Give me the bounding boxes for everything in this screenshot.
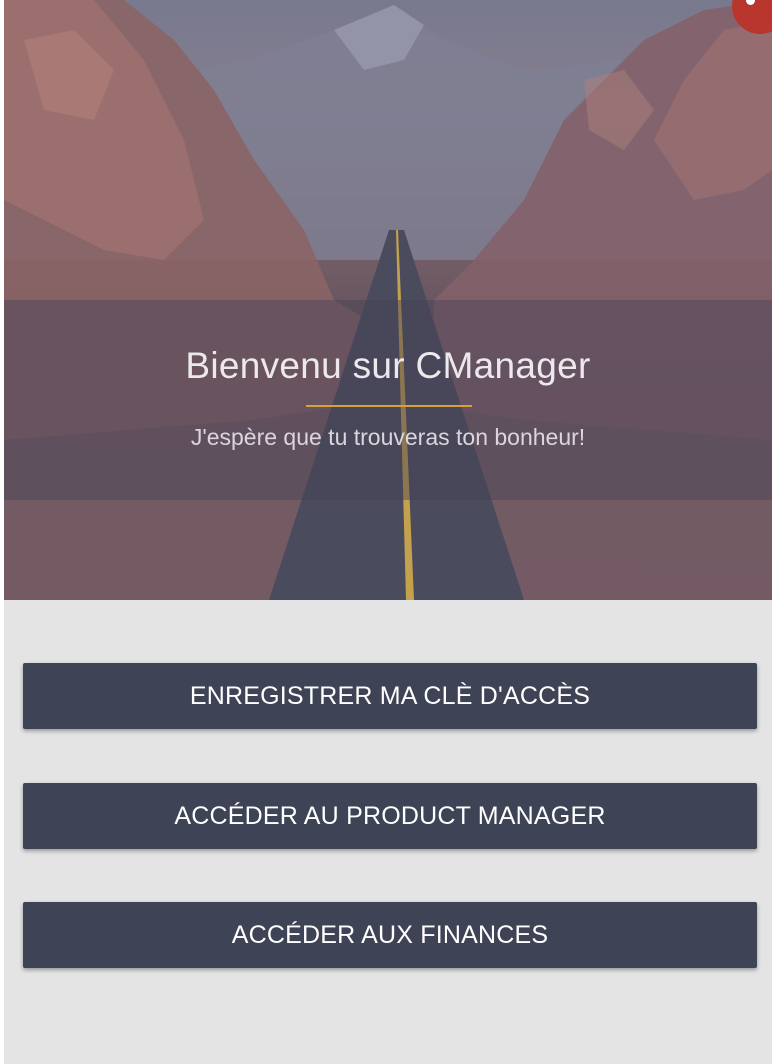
register-access-key-button[interactable]: ENREGISTRER MA CLÈ D'ACCÈS bbox=[23, 663, 757, 729]
actions-panel: ENREGISTRER MA CLÈ D'ACCÈS ACCÉDER AU PR… bbox=[4, 600, 772, 1064]
hero-subtitle: J'espère que tu trouveras ton bonheur! bbox=[190, 424, 586, 450]
hero-title: Bienvenu sur CManager bbox=[185, 345, 591, 386]
hero-banner: Bienvenu sur CManager J'espère que tu tr… bbox=[4, 0, 772, 600]
open-product-manager-button[interactable]: ACCÉDER AU PRODUCT MANAGER bbox=[23, 783, 757, 849]
open-finances-button[interactable]: ACCÉDER AUX FINANCES bbox=[23, 902, 757, 968]
welcome-modal: Bienvenu sur CManager J'espère que tu tr… bbox=[4, 0, 772, 1064]
hero-accent-divider bbox=[306, 405, 472, 407]
hero-overlay-band bbox=[4, 300, 772, 500]
close-icon bbox=[746, 0, 755, 5]
